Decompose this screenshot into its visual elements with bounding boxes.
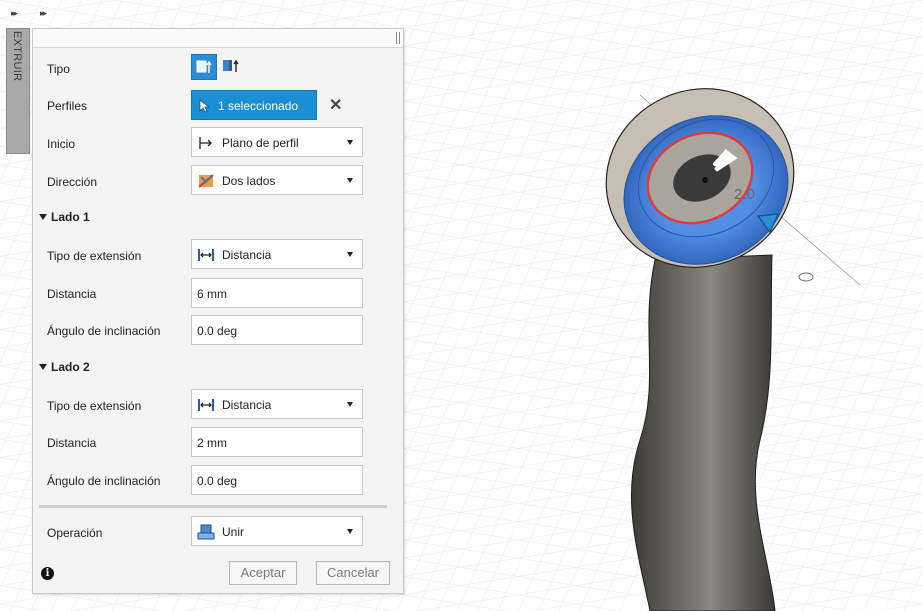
chevron-down-icon <box>347 252 353 257</box>
row-tipo: Tipo <box>33 54 403 82</box>
tipo-label: Tipo <box>47 62 70 76</box>
inicio-label: Inicio <box>47 137 76 151</box>
direccion-value: Dos lados <box>222 174 276 188</box>
row-lado2-tipo: Tipo de extensión Distancia <box>33 389 403 419</box>
lado2-header: Lado 2 <box>39 360 90 374</box>
cancel-button[interactable]: Cancelar <box>316 561 390 585</box>
row-lado2-angulo: Ángulo de inclinación 0.0 deg <box>33 465 403 495</box>
row-perfiles: Perfiles 1 seleccionado ✕ <box>33 90 403 120</box>
cursor-select-icon <box>199 99 211 113</box>
tube-body[interactable] <box>630 254 776 611</box>
row-lado1-distancia: Distancia 6 mm <box>33 278 403 308</box>
dialog-footer: i Aceptar Cancelar <box>33 561 403 587</box>
lado2-header-label: Lado 2 <box>51 360 90 374</box>
panel-collapse-arrows[interactable]: ▸▸ <box>11 8 18 19</box>
row-inicio: Inicio Plano de perfil <box>33 127 403 157</box>
lado2-angulo-input[interactable]: 0.0 deg <box>191 465 363 495</box>
dialog-title-bar[interactable] <box>33 29 403 48</box>
distance-icon <box>198 399 214 411</box>
chevron-down-icon <box>347 529 353 534</box>
row-direccion: Dirección Dos lados <box>33 165 403 195</box>
solid-extrude-icon[interactable] <box>191 54 217 80</box>
collapse-triangle-icon <box>39 214 47 220</box>
lado1-header: Lado 1 <box>39 210 90 224</box>
direccion-dropdown[interactable]: Dos lados <box>191 165 363 195</box>
lado1-tipo-label: Tipo de extensión <box>47 249 142 263</box>
join-icon <box>197 524 215 540</box>
chevron-down-icon <box>347 140 353 145</box>
dimension-label: 2.0 <box>734 186 755 203</box>
lado1-tipo-value: Distancia <box>222 248 272 262</box>
lado1-distancia-input[interactable]: 6 mm <box>191 278 363 308</box>
row-lado2-distancia: Distancia 2 mm <box>33 427 403 457</box>
lado2-angulo-value: 0.0 deg <box>197 474 238 488</box>
accept-button[interactable]: Aceptar <box>229 561 297 585</box>
row-operacion: Operación Unir <box>33 516 403 546</box>
row-lado1-tipo: Tipo de extensión Distancia <box>33 239 403 269</box>
lado1-angulo-input[interactable]: 0.0 deg <box>191 315 363 345</box>
chevron-down-icon <box>347 178 353 183</box>
lado1-angulo-value: 0.0 deg <box>197 324 238 338</box>
lado1-angulo-label: Ángulo de inclinación <box>47 324 161 338</box>
lado2-tipo-value: Distancia <box>222 398 272 412</box>
thin-extrude-icon[interactable] <box>219 54 245 80</box>
lado1-tipo-dropdown[interactable]: Distancia <box>191 239 363 269</box>
lado2-distancia-value: 2 mm <box>197 436 227 450</box>
axis-grip-right[interactable] <box>798 272 814 282</box>
distance-icon <box>198 249 214 261</box>
info-icon[interactable]: i <box>41 567 54 580</box>
operacion-dropdown[interactable]: Unir <box>191 516 363 546</box>
profiles-select-label: 1 seleccionado <box>218 99 299 113</box>
chevron-down-icon <box>347 402 353 407</box>
two-sides-icon <box>198 174 214 188</box>
lado2-distancia-input[interactable]: 2 mm <box>191 427 363 457</box>
lado1-distancia-label: Distancia <box>47 287 97 301</box>
side-tab-label: EXTRUIR <box>11 31 23 82</box>
profiles-select-button[interactable]: 1 seleccionado <box>191 90 317 120</box>
lado1-header-label: Lado 1 <box>51 210 90 224</box>
side-tab-extruir[interactable]: EXTRUIR <box>6 28 30 154</box>
section-lado1[interactable]: Lado 1 <box>33 209 403 225</box>
resize-grip-icon[interactable] <box>396 32 400 44</box>
direccion-label: Dirección <box>47 175 98 189</box>
lado1-distancia-value: 6 mm <box>197 287 227 301</box>
extrude-dialog: Tipo Perfiles 1 seleccionado ✕ Inicio Pl… <box>32 28 404 594</box>
operacion-value: Unir <box>222 525 245 539</box>
inicio-dropdown[interactable]: Plano de perfil <box>191 127 363 157</box>
perfiles-label: Perfiles <box>47 99 88 113</box>
lado2-tipo-dropdown[interactable]: Distancia <box>191 389 363 419</box>
inicio-value: Plano de perfil <box>222 136 299 150</box>
operacion-label: Operación <box>47 526 103 540</box>
collapse-triangle-icon <box>39 364 47 370</box>
start-profile-plane-icon <box>199 137 212 149</box>
row-lado1-angulo: Ángulo de inclinación 0.0 deg <box>33 315 403 345</box>
lado2-tipo-label: Tipo de extensión <box>47 399 142 413</box>
lado2-distancia-label: Distancia <box>47 436 97 450</box>
profile-center <box>702 177 708 183</box>
section-lado2[interactable]: Lado 2 <box>33 359 403 375</box>
section-divider <box>39 505 387 508</box>
dialog-collapse-arrows[interactable]: ▸▸ <box>40 8 47 19</box>
lado2-angulo-label: Ángulo de inclinación <box>47 474 161 488</box>
clear-selection-icon[interactable]: ✕ <box>329 95 342 115</box>
